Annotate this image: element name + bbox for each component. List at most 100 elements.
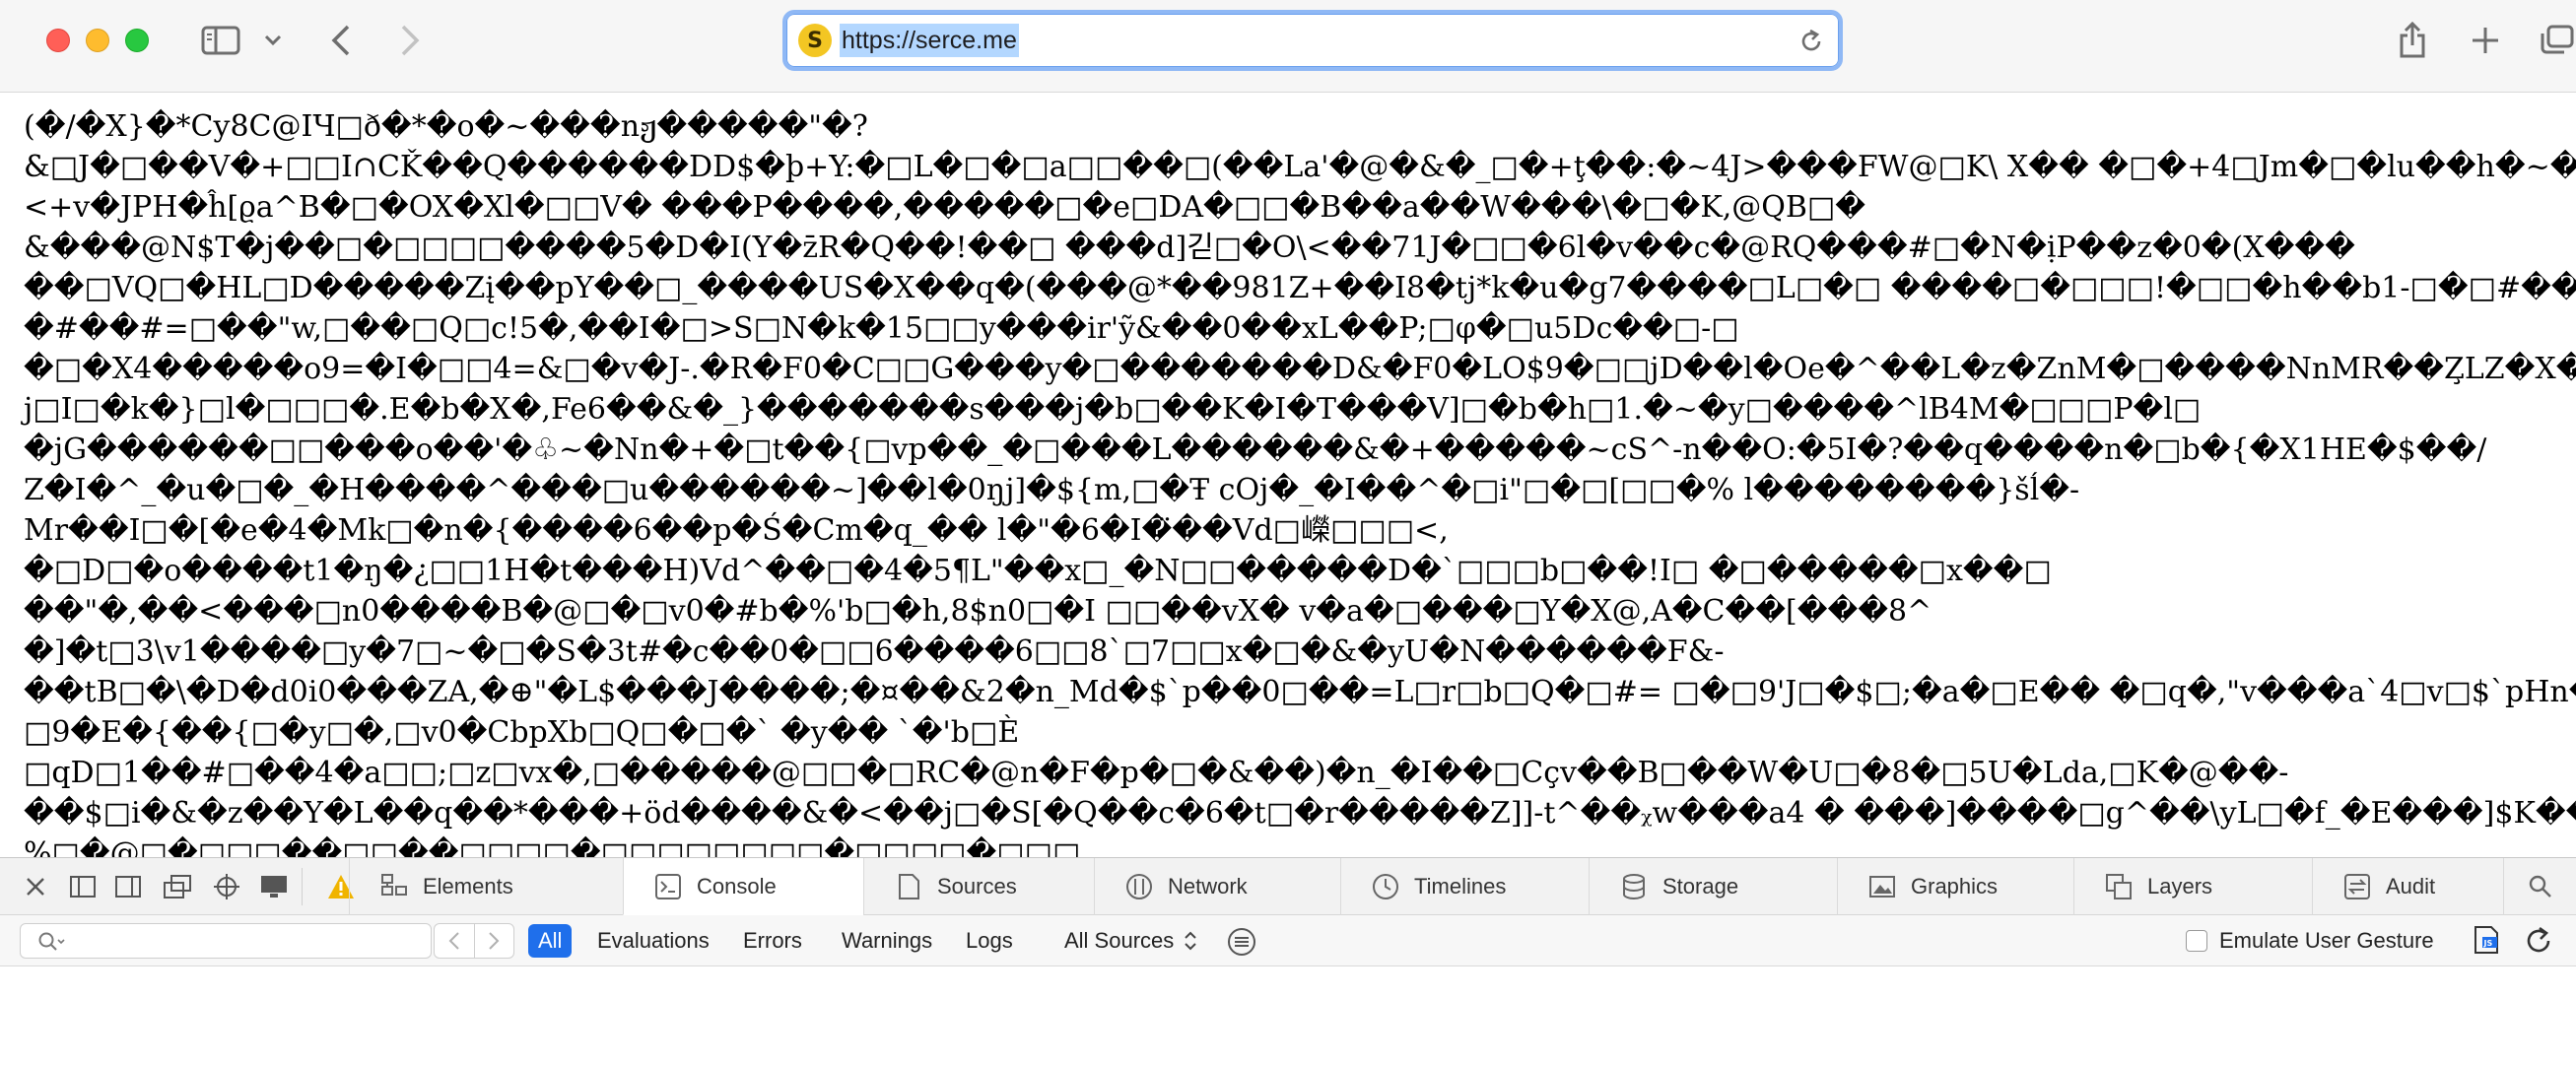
- console-output[interactable]: [0, 966, 2576, 1065]
- tab-overview-button[interactable]: [2537, 20, 2576, 61]
- emulate-user-gesture-toggle[interactable]: Emulate User Gesture: [2186, 924, 2434, 958]
- search-icon: [2529, 875, 2551, 898]
- clear-console-icon[interactable]: [1226, 926, 1257, 958]
- svg-text:JS: JS: [2483, 939, 2493, 948]
- tab-storage[interactable]: Storage: [1589, 858, 1837, 915]
- share-button[interactable]: [2393, 20, 2432, 61]
- device-settings-button[interactable]: [258, 872, 290, 901]
- tab-label: Elements: [423, 874, 513, 899]
- search-icon: [38, 932, 65, 951]
- minimize-window-button[interactable]: [86, 29, 109, 52]
- reload-icon[interactable]: [1797, 28, 1825, 55]
- filter-scope-all[interactable]: All: [528, 924, 573, 958]
- tab-label: Layers: [2147, 874, 2213, 899]
- page-text-line: ��□VQ□�HL□D�����Zį��pY��□_����US�X��q�(�…: [24, 271, 2576, 305]
- plus-icon: [2473, 28, 2498, 53]
- element-picker-button[interactable]: [211, 872, 242, 901]
- address-bar[interactable]: S https://serce.me: [782, 10, 1843, 71]
- chevron-right-icon: [489, 932, 500, 950]
- detach-window-button[interactable]: [162, 872, 193, 901]
- filter-scope-warnings[interactable]: Warnings: [832, 924, 942, 958]
- page-text-line: Mr��I□�[�e�4�Mk□�n�{����6��p�Ś�Cm�q_�� l…: [24, 513, 1449, 548]
- url-text[interactable]: https://serce.me: [840, 24, 1019, 57]
- audit-icon: [2344, 874, 2370, 899]
- sources-select-label: All Sources: [1064, 928, 1175, 953]
- chevron-down-icon: [264, 34, 282, 46]
- share-icon: [2400, 22, 2425, 58]
- page-text-line: &���@N$T�j��□�□□□□����5�D�I(Y�z̄R�Q��!��…: [24, 231, 2355, 265]
- tab-label: Graphics: [1911, 874, 1999, 899]
- tab-overview-icon: [2541, 25, 2574, 54]
- tab-sources[interactable]: Sources: [863, 858, 1094, 915]
- sources-icon: [899, 874, 919, 899]
- tab-network[interactable]: Network: [1094, 858, 1340, 915]
- page-text-line: j□I□�k�}□l�□□□�.E�b�X�,Fe6��&�_}�������s…: [24, 392, 2202, 427]
- close-inspector-button[interactable]: [20, 872, 51, 901]
- previous-match-button[interactable]: [435, 924, 475, 958]
- tab-console[interactable]: Console: [623, 858, 863, 915]
- page-text-line: �jG������□□���o��'�♧~�Nn�+�□t��{□vp��_̲�…: [24, 433, 2487, 467]
- chevron-left-icon: [331, 25, 350, 56]
- page-text-line: %□�@□�□□□��□□��□□□□�□□□□□□□□�□□□□�□□□: [24, 836, 1081, 857]
- garbled-page-text: (�/�X}�*Cy8C@IЧ□ð�*�o�~���nჟ�����"�? &□J�…: [24, 106, 2576, 857]
- page-text-line: □qD□1��#□��4�a□□;□z□vx�,□�����@□□�□RC�@n…: [24, 756, 2289, 790]
- dock-left-icon: [70, 876, 96, 898]
- inspector-tab-bar: Elements Console Sources Network Timelines St…: [0, 858, 2576, 915]
- page-text-line: ��$□i�&�z��Y�L��q��*���+öd����&�<��j□�S[…: [24, 796, 2576, 831]
- tab-label: Storage: [1662, 874, 1739, 899]
- close-window-button[interactable]: [46, 29, 70, 52]
- new-tab-button[interactable]: [2466, 20, 2505, 61]
- javascript-context-icon[interactable]: JS: [2472, 925, 2501, 955]
- monitor-icon: [261, 876, 287, 898]
- tab-graphics[interactable]: Graphics: [1837, 858, 2073, 915]
- console-filter-input[interactable]: [20, 923, 432, 959]
- sidebar-icon: [201, 26, 240, 55]
- tab-group-menu-button[interactable]: [260, 20, 286, 61]
- page-text-line: Z�I�^_�u�□�_�H����^���□u������~]��l�0ŋj]…: [24, 473, 2080, 507]
- detach-window-icon: [164, 875, 191, 899]
- filter-scope-evaluations[interactable]: Evaluations: [587, 924, 719, 958]
- sources-select[interactable]: All Sources: [1064, 924, 1197, 958]
- zoom-window-button[interactable]: [125, 29, 149, 52]
- console-icon: [655, 873, 681, 899]
- dock-right-button[interactable]: [112, 872, 144, 901]
- tab-audit[interactable]: Audit: [2312, 858, 2503, 915]
- crosshair-icon: [214, 874, 239, 899]
- tab-elements[interactable]: Elements: [349, 858, 623, 915]
- inspector-search-button[interactable]: [2503, 858, 2576, 915]
- console-filter-text[interactable]: [74, 928, 419, 954]
- page-text-line: �]�t□3\v1����□y�7□~�□�S�3t#�c��0�□□6����…: [24, 634, 1725, 669]
- chevron-left-icon: [448, 932, 459, 950]
- sidebar-toggle-button[interactable]: [199, 20, 242, 61]
- updown-chevron-icon: [1185, 931, 1196, 951]
- filter-scope-logs[interactable]: Logs: [956, 924, 1023, 958]
- next-match-button[interactable]: [475, 924, 514, 958]
- tab-label: Sources: [937, 874, 1017, 899]
- toolbar-divider: [302, 868, 303, 905]
- page-text-line: ��tB□�\�D�d0i0���ZA,�⊕"�L$���J����;�¤��&…: [24, 675, 2576, 709]
- page-text-line: �□�X4�����o9=�I�□□4=&□�v�J-.�R�F0�C□□G��…: [24, 352, 2576, 386]
- dock-left-button[interactable]: [67, 872, 99, 901]
- browser-toolbar: S https://serce.me: [0, 0, 2576, 93]
- chevron-right-icon: [401, 25, 420, 56]
- filter-navigation: [434, 923, 514, 959]
- page-text-line: <+v�JPH�ĥ[ϱa^B�□�OX�Xl�□□V� ���P����,���…: [24, 190, 1866, 225]
- tab-label: Console: [697, 873, 777, 899]
- tab-label: Network: [1168, 874, 1248, 899]
- back-button[interactable]: [321, 20, 361, 61]
- reload-page-icon[interactable]: [2523, 925, 2554, 957]
- layers-icon: [2106, 874, 2132, 899]
- tab-label: Timelines: [1414, 874, 1507, 899]
- page-text-line: &□J�□��V�+□□I∩CǨ��Q������DD$�þ+Y:�□L�□�□…: [24, 150, 2576, 184]
- forward-button[interactable]: [390, 20, 430, 61]
- site-favicon: S: [798, 24, 832, 57]
- filter-scope-errors[interactable]: Errors: [733, 924, 812, 958]
- page-text-line: �□D□�o����t1�ŋ�¿□□1H�t���H)Vd^��□�4�5¶L"…: [24, 554, 2052, 588]
- storage-icon: [1623, 874, 1645, 900]
- page-text-line: (�/�X}�*Cy8C@IЧ□ð�*�o�~���nჟ�����"�?: [24, 109, 868, 144]
- tab-timelines[interactable]: Timelines: [1340, 858, 1589, 915]
- tab-layers[interactable]: Layers: [2073, 858, 2312, 915]
- page-text-line: ��"�,��<���□n0����B�@□�□v0�#b�%'b□�h,8$n…: [24, 594, 1932, 629]
- web-page-content: (�/�X}�*Cy8C@IЧ□ð�*�o�~���nჟ�����"�? &□J�…: [0, 93, 2576, 857]
- emulate-user-gesture-checkbox[interactable]: [2186, 930, 2207, 952]
